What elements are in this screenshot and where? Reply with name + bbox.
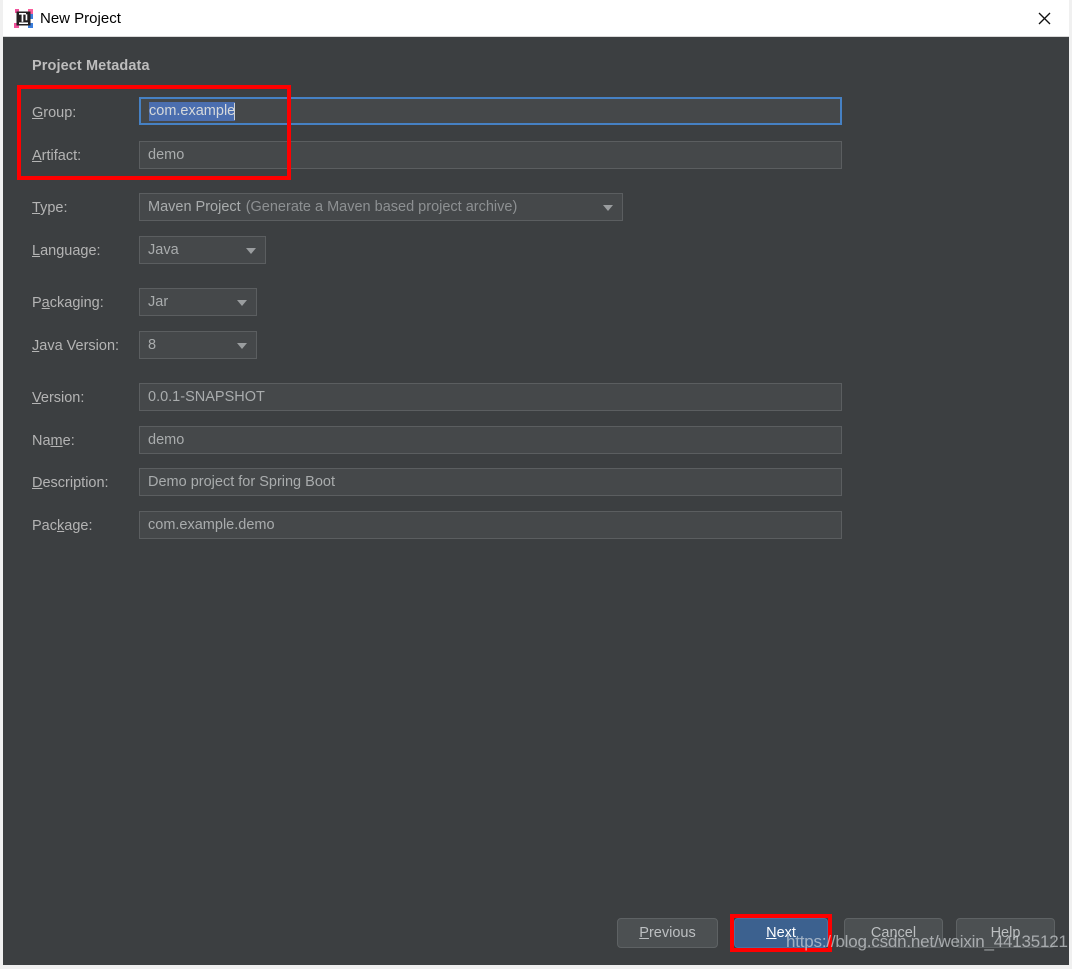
label-artifact: Artifact: (32, 148, 82, 164)
title-bar: New Project (3, 0, 1069, 37)
packaging-select[interactable]: Jar (139, 288, 257, 316)
package-input[interactable]: com.example.demo (139, 511, 842, 539)
java-version-value: 8 (148, 337, 157, 353)
watermark-text: https://blog.csdn.net/weixin_44135121 (786, 932, 1068, 951)
label-group: Group: (32, 105, 77, 121)
dialog-content: Project Metadata Group: com.example Arti… (3, 37, 1069, 965)
name-input[interactable]: demo (139, 426, 842, 454)
chevron-down-icon (603, 205, 613, 211)
chevron-down-icon (237, 300, 247, 306)
intellij-idea-icon (14, 9, 33, 28)
previous-button[interactable]: Previous (617, 918, 718, 948)
version-input[interactable]: 0.0.1-SNAPSHOT (139, 383, 842, 411)
type-value-hint: (Generate a Maven based project archive) (245, 199, 518, 215)
packaging-value: Jar (148, 294, 169, 310)
type-value: Maven Project (148, 199, 241, 215)
java-version-select[interactable]: 8 (139, 331, 257, 359)
label-language: Language: (32, 243, 101, 259)
label-java-version: Java Version: (32, 338, 120, 354)
language-value: Java (148, 242, 179, 258)
chevron-down-icon (246, 248, 256, 254)
description-input[interactable]: Demo project for Spring Boot (139, 468, 842, 496)
label-description: Description: (32, 475, 109, 491)
text-caret (234, 102, 236, 120)
label-packaging: Packaging: (32, 295, 104, 311)
group-input[interactable]: com.example (139, 97, 842, 125)
page-title: Project Metadata (32, 58, 150, 74)
artifact-input[interactable]: demo (139, 141, 842, 169)
chevron-down-icon (237, 343, 247, 349)
label-name: Name: (32, 433, 75, 449)
type-select[interactable]: Maven Project (Generate a Maven based pr… (139, 193, 623, 221)
label-version: Version: (32, 390, 85, 406)
label-package: Package: (32, 518, 93, 534)
new-project-dialog: New Project Project Metadata Group: com.… (0, 0, 1072, 969)
label-type: Type: (32, 200, 68, 216)
language-select[interactable]: Java (139, 236, 266, 264)
close-icon[interactable] (1021, 0, 1067, 36)
window-title: New Project (40, 10, 121, 27)
